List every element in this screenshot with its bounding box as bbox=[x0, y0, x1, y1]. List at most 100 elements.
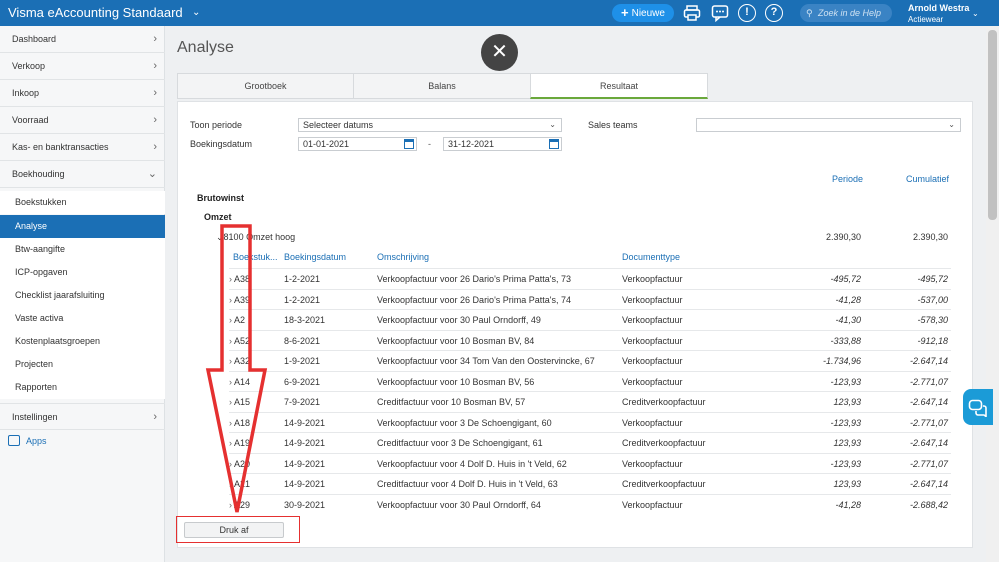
chevron-right-icon: › bbox=[229, 315, 232, 325]
subcolumn-boekstuk[interactable]: Boekstuk... bbox=[233, 252, 278, 262]
sales-teams-select[interactable]: ⌄ bbox=[696, 118, 961, 132]
sidebar-item-kas-bank[interactable]: Kas- en banktransacties › bbox=[0, 134, 165, 161]
chevron-right-icon: › bbox=[229, 479, 232, 489]
cell-periode: -41,28 bbox=[835, 499, 861, 510]
sales-teams-label: Sales teams bbox=[588, 120, 638, 130]
chat-support-button[interactable] bbox=[963, 389, 993, 425]
cell-periode: 123,93 bbox=[833, 479, 861, 489]
tab-resultaat[interactable]: Resultaat bbox=[530, 73, 708, 99]
cell-periode: -41,28 bbox=[835, 294, 861, 305]
table-row[interactable]: › A29 30-9-2021 Verkoopfactuur voor 30 Paul… bbox=[229, 493, 951, 514]
tab-balans[interactable]: Balans bbox=[353, 73, 531, 99]
chevron-right-icon: › bbox=[229, 376, 232, 387]
sidebar-item-inkoop[interactable]: Inkoop › bbox=[0, 80, 165, 107]
column-cumulatief[interactable]: Cumulatief bbox=[906, 174, 949, 184]
close-icon[interactable]: ✕ bbox=[481, 34, 518, 71]
tab-grootboek[interactable]: Grootboek bbox=[177, 73, 354, 99]
scrollbar-thumb[interactable] bbox=[988, 30, 997, 220]
column-periode[interactable]: Periode bbox=[832, 174, 863, 184]
sidebar-subitem-kostenplaatsgroepen[interactable]: Kostenplaatsgroepen bbox=[0, 330, 165, 353]
sidebar-subitem-vaste-activa[interactable]: Vaste activa bbox=[0, 307, 165, 330]
new-button-label: Nieuwe bbox=[631, 8, 665, 19]
cell-cumulatief: -912,18 bbox=[917, 335, 948, 346]
cell-datum: 7-9-2021 bbox=[284, 397, 321, 407]
cell-boekstuk: A15 bbox=[234, 397, 251, 407]
cell-documenttype: Verkoopfactuur bbox=[622, 294, 683, 305]
table-row[interactable]: › A2 18-3-2021 Verkoopfactuur voor 30 Paul … bbox=[229, 309, 951, 329]
sidebar-item-verkoop[interactable]: Verkoop › bbox=[0, 53, 165, 80]
sidebar-subitem-rapporten[interactable]: Rapporten bbox=[0, 376, 165, 399]
cell-boekstuk: A21 bbox=[234, 479, 251, 489]
sidebar-item-instellingen[interactable]: Instellingen › bbox=[0, 403, 165, 430]
search-icon: ⚲ bbox=[806, 8, 813, 18]
alert-icon[interactable]: ! bbox=[738, 4, 756, 22]
section-omzet: Omzet bbox=[204, 212, 232, 222]
subcolumn-boekingsdatum[interactable]: Boekingsdatum bbox=[284, 252, 346, 262]
subcolumn-documenttype[interactable]: Documenttype bbox=[622, 252, 680, 262]
table-row[interactable]: › A38 1-2-2021 Verkoopfactuur voor 26 Dario… bbox=[229, 268, 951, 288]
section-brutowinst: Brutowinst bbox=[197, 193, 244, 203]
sidebar-item-apps[interactable]: Apps bbox=[8, 435, 47, 446]
help-icon[interactable]: ? bbox=[765, 4, 783, 22]
chat-icon[interactable] bbox=[711, 4, 729, 23]
date-separator: - bbox=[428, 139, 431, 149]
table-row[interactable]: › A52 8-6-2021 Verkoopfactuur voor 10 Bosma… bbox=[229, 329, 951, 350]
cell-omschrijving: Creditfactuur voor 3 De Schoengigant, 61 bbox=[377, 438, 543, 448]
table-row[interactable]: › A20 14-9-2021 Verkoopfactuur voor 4 Dolf … bbox=[229, 452, 951, 473]
period-select-value: Selecteer datums bbox=[303, 120, 374, 130]
help-search-input[interactable]: ⚲ Zoek in de Help bbox=[800, 4, 892, 22]
cell-boekstuk: A29 bbox=[234, 499, 251, 510]
cell-periode: -333,88 bbox=[830, 335, 861, 346]
date-from-field[interactable]: 01-01-2021 bbox=[298, 137, 417, 151]
sidebar-subitem-checklist[interactable]: Checklist jaarafsluiting bbox=[0, 284, 165, 307]
page-title: Analyse bbox=[177, 39, 234, 56]
table-row[interactable]: › A18 14-9-2021 Verkoopfactuur voor 3 De Sc… bbox=[229, 411, 951, 432]
chevron-down-icon[interactable]: ⌄ bbox=[972, 9, 979, 18]
account-row-8100[interactable]: ⌄8100 Omzet hoog bbox=[216, 232, 295, 243]
sidebar-subitem-analyse[interactable]: Analyse bbox=[0, 215, 165, 238]
table-row[interactable]: › A39 1-2-2021 Verkoopfactuur voor 26 Dario… bbox=[229, 288, 951, 309]
chevron-right-icon: › bbox=[153, 33, 157, 45]
sidebar-subitem-projecten[interactable]: Projecten bbox=[0, 353, 165, 376]
sidebar-item-boekhouding[interactable]: Boekhouding ⌄ bbox=[0, 161, 165, 188]
subcolumn-omschrijving[interactable]: Omschrijving bbox=[377, 252, 429, 262]
table-row[interactable]: › A19 14-9-2021 Creditfactuur voor 3 De Sch… bbox=[229, 432, 951, 452]
cell-datum: 14-9-2021 bbox=[284, 458, 326, 469]
cell-datum: 8-6-2021 bbox=[284, 335, 321, 346]
sidebar-item-label: Kas- en banktransacties bbox=[12, 142, 109, 152]
print-icon[interactable] bbox=[683, 4, 701, 22]
chevron-down-icon: ⌄ bbox=[549, 120, 556, 129]
sidebar-item-dashboard[interactable]: Dashboard › bbox=[0, 26, 165, 53]
cell-datum: 30-9-2021 bbox=[284, 499, 326, 510]
new-button[interactable]: + Nieuwe bbox=[612, 4, 674, 22]
cell-datum: 18-3-2021 bbox=[284, 315, 326, 325]
calendar-icon[interactable] bbox=[404, 139, 414, 149]
cell-documenttype: Verkoopfactuur bbox=[622, 499, 683, 510]
cell-omschrijving: Verkoopfactuur voor 30 Paul Orndorff, 64 bbox=[377, 499, 541, 510]
sidebar-subitem-btw-aangifte[interactable]: Btw-aangifte bbox=[0, 238, 165, 261]
table-row[interactable]: › A21 14-9-2021 Creditfactuur voor 4 Dolf D… bbox=[229, 473, 951, 493]
table-row[interactable]: › A32 1-9-2021 Verkoopfactuur voor 34 Tom V… bbox=[229, 350, 951, 370]
user-name[interactable]: Arnold Westra bbox=[908, 3, 969, 13]
sidebar-subitem-icp-opgaven[interactable]: ICP-opgaven bbox=[0, 261, 165, 284]
print-button[interactable]: Druk af bbox=[184, 522, 284, 538]
cell-datum: 1-2-2021 bbox=[284, 294, 321, 305]
app-title[interactable]: Visma eAccounting Standaard bbox=[8, 5, 183, 20]
sidebar-item-label: Dashboard bbox=[12, 34, 57, 44]
cell-periode: -41,30 bbox=[835, 315, 861, 325]
chevron-right-icon: › bbox=[229, 335, 232, 346]
chevron-down-icon[interactable]: ⌄ bbox=[192, 7, 200, 18]
period-select[interactable]: Selecteer datums ⌄ bbox=[298, 118, 562, 132]
calendar-icon[interactable] bbox=[549, 139, 559, 149]
sidebar-subitem-boekstukken[interactable]: Boekstukken bbox=[0, 191, 165, 214]
cell-cumulatief: -2.647,14 bbox=[909, 356, 948, 366]
sidebar-item-voorraad[interactable]: Voorraad › bbox=[0, 107, 165, 134]
chevron-right-icon: › bbox=[229, 274, 232, 284]
table-row[interactable]: › A14 6-9-2021 Verkoopfactuur voor 10 Bosma… bbox=[229, 370, 951, 391]
table-row[interactable]: › A15 7-9-2021 Creditfactuur voor 10 Bosman… bbox=[229, 391, 951, 411]
cell-omschrijving: Verkoopfactuur voor 34 Tom Van den Ooste… bbox=[377, 356, 595, 366]
chevron-right-icon: › bbox=[153, 141, 157, 153]
cell-boekstuk: A19 bbox=[234, 438, 251, 448]
date-to-field[interactable]: 31-12-2021 bbox=[443, 137, 562, 151]
apps-icon bbox=[8, 435, 20, 446]
